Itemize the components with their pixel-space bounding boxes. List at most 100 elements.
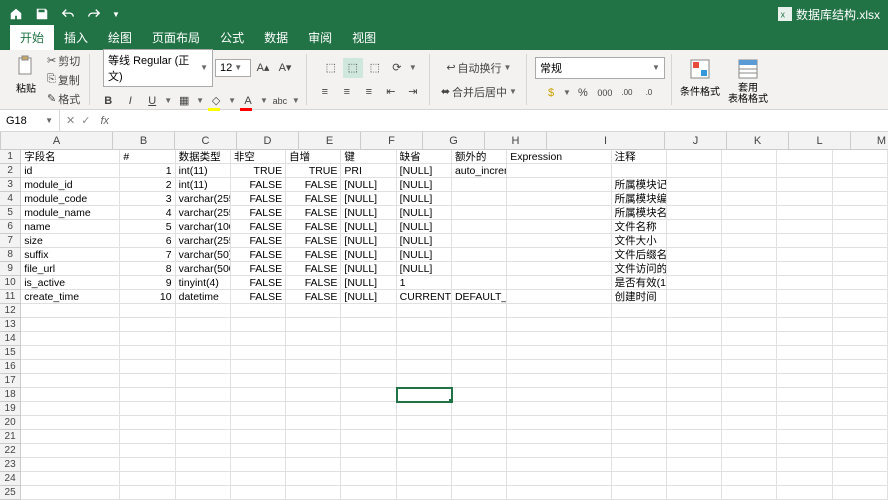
cell[interactable]: module_id: [21, 178, 120, 192]
cell[interactable]: [667, 472, 722, 486]
align-middle-icon[interactable]: ⬚: [343, 58, 363, 78]
cell[interactable]: [397, 472, 452, 486]
cell[interactable]: [612, 164, 667, 178]
col-header-A[interactable]: A: [1, 132, 113, 149]
col-header-F[interactable]: F: [361, 132, 423, 149]
decrease-font-icon[interactable]: A▾: [275, 58, 295, 78]
cell[interactable]: [397, 486, 452, 500]
cell[interactable]: [722, 402, 777, 416]
cell[interactable]: [452, 318, 507, 332]
cell[interactable]: FALSE: [231, 276, 286, 290]
cell[interactable]: 6: [120, 234, 175, 248]
cell[interactable]: size: [21, 234, 120, 248]
cell[interactable]: [NULL]: [341, 178, 396, 192]
cell[interactable]: [21, 388, 120, 402]
cell[interactable]: [397, 360, 452, 374]
cell[interactable]: [612, 332, 667, 346]
cell[interactable]: [833, 458, 888, 472]
cell[interactable]: 1: [397, 276, 452, 290]
cell[interactable]: [452, 458, 507, 472]
row-header[interactable]: 24: [0, 472, 21, 486]
cell[interactable]: [722, 458, 777, 472]
cell[interactable]: 2: [120, 178, 175, 192]
cell[interactable]: id: [21, 164, 120, 178]
cell[interactable]: FALSE: [286, 206, 341, 220]
cell[interactable]: [397, 430, 452, 444]
cell[interactable]: [NULL]: [397, 262, 452, 276]
cell[interactable]: [231, 458, 286, 472]
home-icon[interactable]: [8, 6, 24, 22]
undo-icon[interactable]: [60, 6, 76, 22]
cell[interactable]: [120, 444, 175, 458]
cell[interactable]: [NULL]: [341, 248, 396, 262]
cell[interactable]: [722, 206, 777, 220]
cell[interactable]: [722, 388, 777, 402]
cell[interactable]: [231, 346, 286, 360]
cell[interactable]: [120, 374, 175, 388]
cell[interactable]: [777, 332, 832, 346]
cell[interactable]: [341, 444, 396, 458]
percent-icon[interactable]: %: [573, 83, 593, 103]
cell[interactable]: [397, 374, 452, 388]
cell[interactable]: [777, 458, 832, 472]
cell[interactable]: [722, 332, 777, 346]
row-header[interactable]: 17: [0, 374, 21, 388]
cell[interactable]: [507, 276, 611, 290]
cell[interactable]: [722, 360, 777, 374]
cell[interactable]: [452, 276, 507, 290]
cell[interactable]: [777, 416, 832, 430]
cell[interactable]: FALSE: [286, 248, 341, 262]
cell[interactable]: [612, 374, 667, 388]
cell[interactable]: [397, 458, 452, 472]
cell[interactable]: [667, 416, 722, 430]
cell[interactable]: [NULL]: [397, 164, 452, 178]
cell[interactable]: [833, 276, 888, 290]
cell[interactable]: [833, 388, 888, 402]
cell[interactable]: [612, 444, 667, 458]
tab-审阅[interactable]: 审阅: [298, 25, 342, 50]
cell[interactable]: [176, 388, 231, 402]
cell[interactable]: tinyint(4): [176, 276, 231, 290]
cell[interactable]: [833, 178, 888, 192]
cell[interactable]: [341, 458, 396, 472]
cell[interactable]: [777, 178, 832, 192]
cell[interactable]: [231, 416, 286, 430]
cell[interactable]: [21, 402, 120, 416]
cell[interactable]: [120, 430, 175, 444]
wrap-text-button[interactable]: ↩自动换行▼: [443, 59, 514, 77]
align-top-icon[interactable]: ⬚: [321, 58, 341, 78]
cell[interactable]: [507, 248, 611, 262]
cell[interactable]: 文件名称: [612, 220, 667, 234]
cell[interactable]: [341, 416, 396, 430]
cell[interactable]: [667, 486, 722, 500]
cell[interactable]: 4: [120, 206, 175, 220]
col-header-D[interactable]: D: [237, 132, 299, 149]
cell[interactable]: [21, 374, 120, 388]
cell[interactable]: FALSE: [231, 262, 286, 276]
cell[interactable]: [507, 374, 611, 388]
cell[interactable]: [507, 486, 611, 500]
cell[interactable]: [176, 458, 231, 472]
cell[interactable]: [612, 388, 667, 402]
cell[interactable]: [21, 304, 120, 318]
cell[interactable]: [507, 262, 611, 276]
cell[interactable]: [833, 248, 888, 262]
cell[interactable]: [777, 276, 832, 290]
cell[interactable]: [231, 304, 286, 318]
cell[interactable]: [NULL]: [397, 234, 452, 248]
cell[interactable]: [120, 318, 175, 332]
cell[interactable]: [120, 304, 175, 318]
cell[interactable]: [452, 192, 507, 206]
cell[interactable]: 1: [120, 164, 175, 178]
cell[interactable]: [777, 360, 832, 374]
cell[interactable]: [176, 304, 231, 318]
cell[interactable]: [452, 332, 507, 346]
format-painter-button[interactable]: ✎格式: [44, 90, 83, 108]
cell[interactable]: [612, 472, 667, 486]
cell[interactable]: name: [21, 220, 120, 234]
conditional-format-icon[interactable]: [686, 55, 714, 83]
tab-视图[interactable]: 视图: [342, 25, 386, 50]
cell[interactable]: [833, 360, 888, 374]
cell[interactable]: [176, 332, 231, 346]
cell[interactable]: [612, 318, 667, 332]
